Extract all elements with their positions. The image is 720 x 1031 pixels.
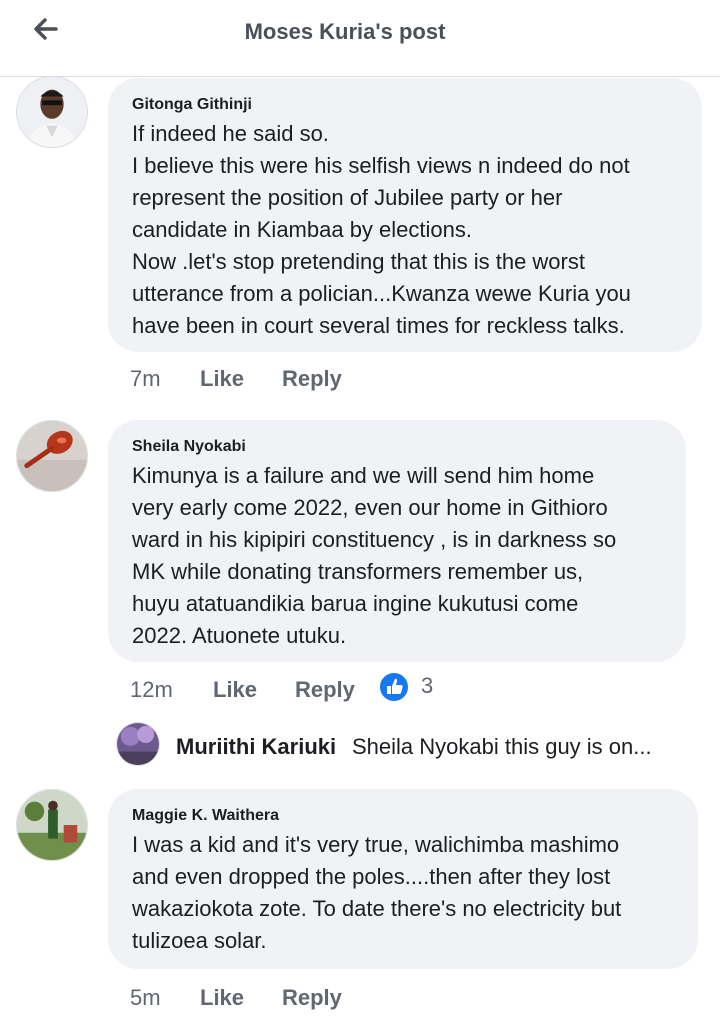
avatar[interactable] — [16, 76, 88, 148]
comment-time: 7m — [130, 366, 161, 391]
like-button[interactable]: Like — [200, 983, 244, 1013]
comment-actions: 7m Like Reply — [130, 364, 530, 394]
reply-button[interactable]: Reply — [282, 364, 342, 394]
post-header: Moses Kuria's post — [0, 0, 720, 77]
reply-author: Muriithi Kariuki — [176, 734, 337, 759]
avatar[interactable] — [16, 789, 88, 861]
comment-actions: 5m Like Reply — [130, 983, 530, 1013]
reply-button[interactable]: Reply — [282, 983, 342, 1013]
reaction-badge[interactable] — [378, 671, 410, 703]
comment-actions: 12m Like Reply 3 — [130, 671, 550, 705]
avatar — [116, 722, 160, 766]
comment-bubble: Maggie K. Waithera I was a kid and it's … — [108, 789, 698, 969]
reply-preview[interactable]: Muriithi Kariuki Sheila Nyokabi this guy… — [116, 722, 696, 770]
comment-author[interactable]: Maggie K. Waithera — [132, 803, 676, 829]
thumbs-up-icon — [387, 678, 403, 694]
comment-text: I was a kid and it's very true, walichim… — [132, 832, 622, 953]
comment-text: Kimunya is a failure and we will send hi… — [132, 463, 617, 648]
comment-author[interactable]: Sheila Nyokabi — [132, 434, 664, 460]
like-button[interactable]: Like — [200, 364, 244, 394]
page-title: Moses Kuria's post — [244, 19, 446, 44]
reply-button[interactable]: Reply — [295, 675, 355, 705]
like-button[interactable]: Like — [213, 675, 257, 705]
avatar[interactable] — [16, 420, 88, 492]
reaction-count: 3 — [421, 673, 434, 698]
comment-bubble: Sheila Nyokabi Kimunya is a failure and … — [108, 420, 686, 662]
reply-snippet: Sheila Nyokabi this guy is on... — [352, 734, 652, 759]
comment-time: 12m — [130, 677, 173, 702]
comment-time: 5m — [130, 985, 161, 1010]
comment-text: If indeed he said so. I believe this wer… — [132, 121, 631, 338]
comment-bubble: Gitonga Githinji If indeed he said so. I… — [108, 78, 702, 352]
comment-author[interactable]: Gitonga Githinji — [132, 92, 680, 118]
